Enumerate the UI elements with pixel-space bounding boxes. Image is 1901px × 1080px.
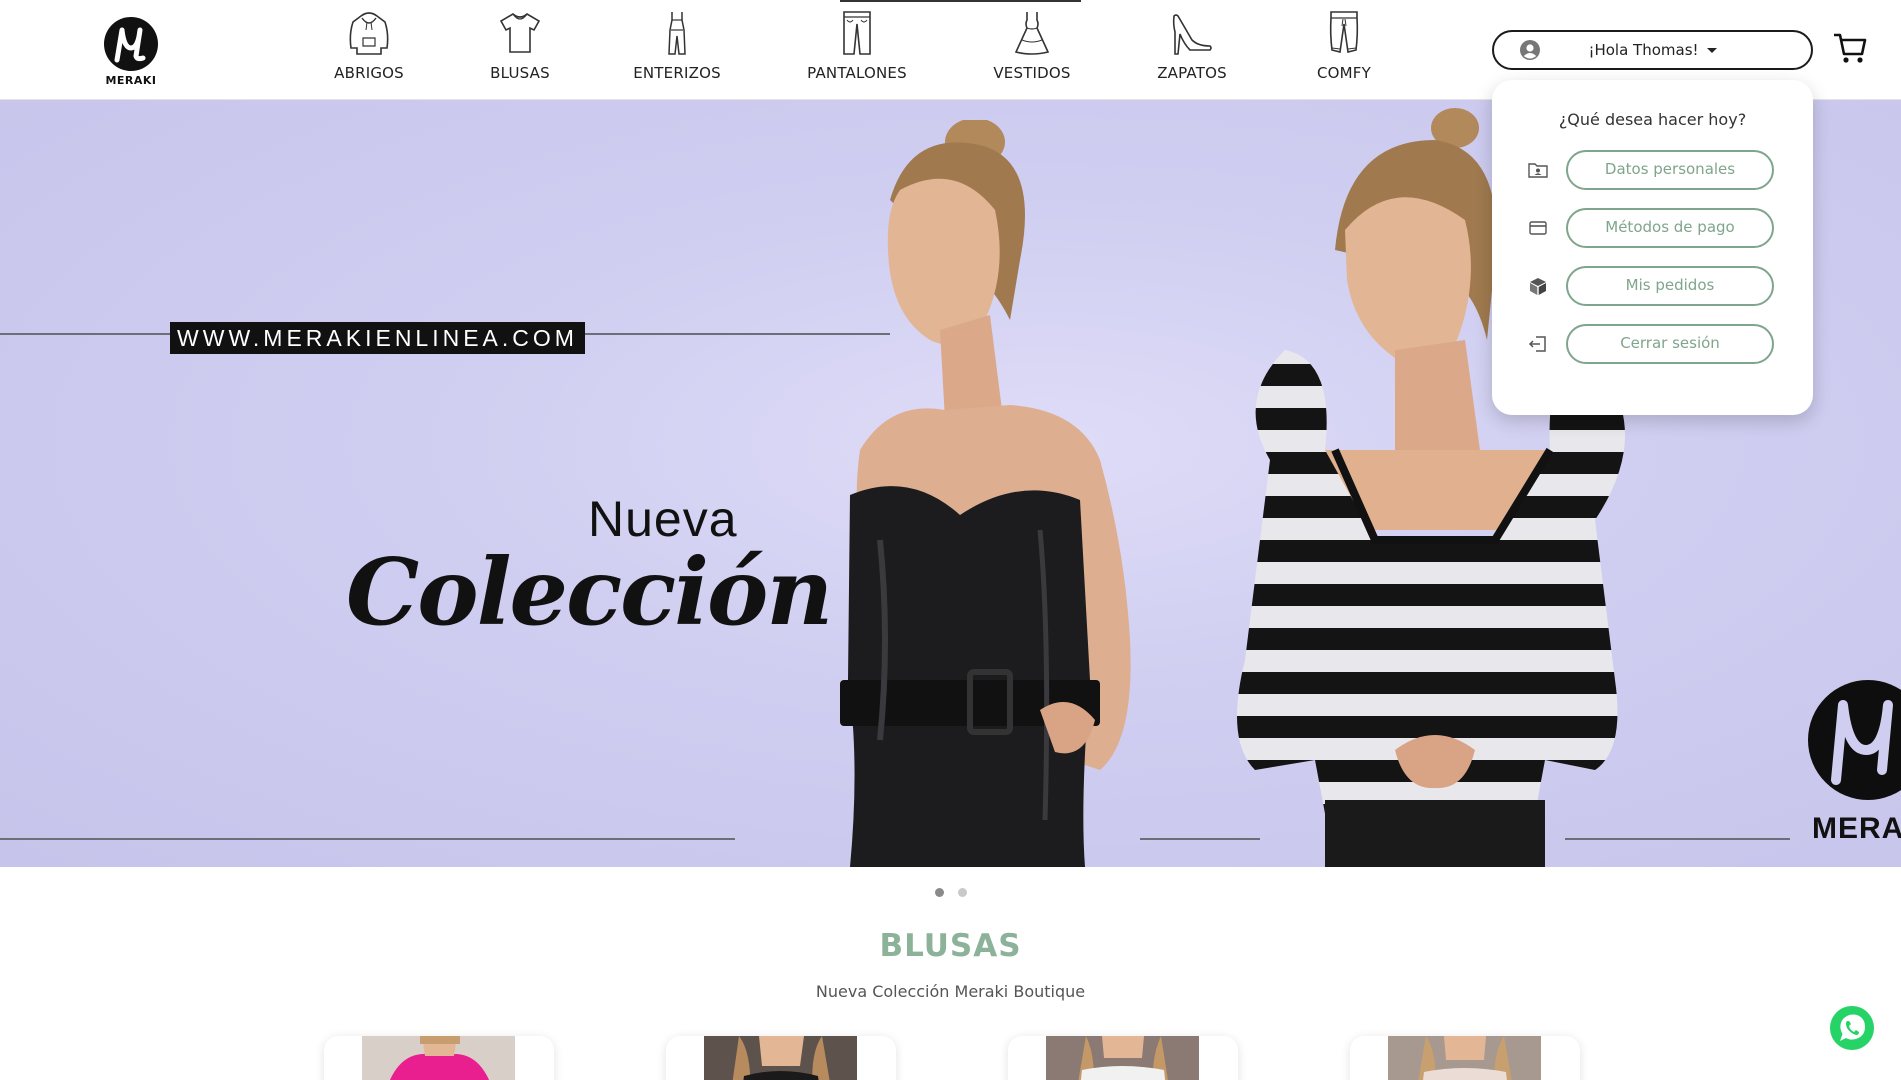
cart-icon[interactable] [1832,30,1868,66]
carousel-dot-1[interactable] [934,888,944,897]
nav-label: ENTERIZOS [633,64,721,82]
hero-url: WWW.MERAKIENLINEA.COM [170,322,585,354]
product-image [1046,1036,1199,1080]
user-menu-title: ¿Qué desea hacer hoy? [1558,110,1747,129]
nav-label: ABRIGOS [334,64,404,82]
product-image [1388,1036,1541,1080]
nav-label: BLUSAS [490,64,550,82]
meraki-logo-icon [104,17,158,71]
personal-data-button[interactable]: Datos personales [1566,150,1774,190]
user-dropdown-menu: ¿Qué desea hacer hoy? Datos personales M… [1492,80,1813,415]
my-orders-button[interactable]: Mis pedidos [1566,266,1774,306]
carousel-indicators [0,882,1901,897]
logout-icon [1528,336,1546,352]
user-menu-item-pagos: Métodos de pago [1492,208,1813,248]
pants-icon [843,11,871,55]
dress-icon [1014,12,1050,55]
product-card[interactable] [666,1036,896,1080]
section-title: BLUSAS [879,928,1022,964]
joggers-icon [1329,11,1359,53]
id-folder-icon [1528,163,1548,178]
nav-label: PANTALONES [807,64,907,82]
nav-label: VESTIDOS [993,64,1071,82]
logout-button[interactable]: Cerrar sesión [1566,324,1774,364]
nav-label: ZAPATOS [1157,64,1227,82]
user-greeting-wrap: ¡Hola Thomas! [1494,41,1811,59]
nav-active-indicator [840,0,1081,2]
brand-logo[interactable]: MERAKI [98,16,164,87]
nav-item-blusas[interactable]: BLUSAS [483,10,557,90]
hero-model-image-1 [840,120,1131,867]
brand-name: MERAKI [105,74,157,87]
hero-watermark-text: MERAKI [1812,812,1901,845]
jumpsuit-icon [668,12,686,55]
payment-methods-button[interactable]: Métodos de pago [1566,208,1774,248]
hoodie-icon [349,12,389,55]
nav-item-vestidos[interactable]: VESTIDOS [989,10,1075,90]
section-subtitle: Nueva Colección Meraki Boutique [815,982,1086,1001]
carousel-dot-2[interactable] [957,888,967,897]
whatsapp-icon[interactable] [1829,1005,1875,1051]
credit-card-icon [1529,221,1547,235]
product-card[interactable] [1350,1036,1580,1080]
nav-item-zapatos[interactable]: ZAPATOS [1153,10,1231,90]
hero-decor-line [0,333,170,335]
product-image [704,1036,857,1080]
nav-label: COMFY [1316,64,1371,82]
hero-decor-line [0,838,735,840]
product-image [362,1036,515,1080]
user-menu-button[interactable]: ¡Hola Thomas! [1492,30,1813,70]
nav-item-enterizos[interactable]: ENTERIZOS [631,10,723,90]
hero-meraki-logo-icon [1808,680,1901,800]
user-menu-item-logout: Cerrar sesión [1492,324,1813,364]
product-card[interactable] [324,1036,554,1080]
product-card[interactable] [1008,1036,1238,1080]
high-heel-icon [1172,14,1212,55]
nav-item-comfy[interactable]: COMFY [1312,10,1376,90]
box-icon [1530,278,1546,295]
nav-item-pantalones[interactable]: PANTALONES [805,10,909,90]
user-menu-item-pedidos: Mis pedidos [1492,266,1813,306]
user-greeting: ¡Hola Thomas! [1588,41,1699,59]
tshirt-icon [499,13,541,53]
user-menu-item-datos: Datos personales [1492,150,1813,190]
nav-item-abrigos[interactable]: ABRIGOS [325,10,413,90]
caret-down-icon [1706,48,1717,53]
